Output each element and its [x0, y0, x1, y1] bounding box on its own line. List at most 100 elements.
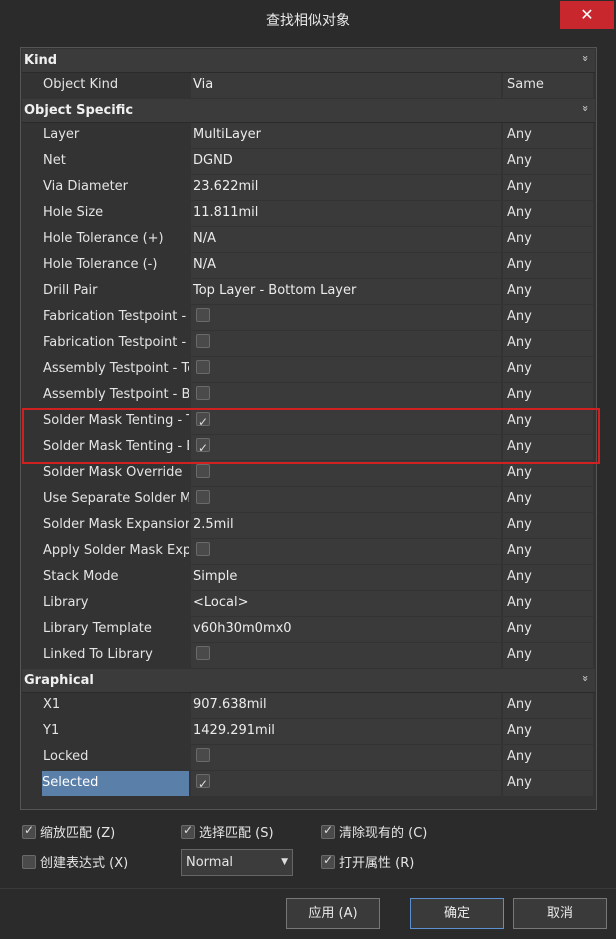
property-value[interactable]	[191, 745, 501, 770]
property-compare[interactable]: Any	[503, 279, 593, 304]
open-properties-checkbox[interactable]	[321, 853, 335, 869]
property-checkbox[interactable]	[196, 464, 210, 478]
property-checkbox[interactable]	[196, 360, 210, 374]
property-compare[interactable]: Any	[503, 617, 593, 642]
property-value[interactable]: DGND	[191, 149, 501, 174]
property-row: Apply Solder Mask Expa Any	[22, 539, 595, 565]
property-checkbox[interactable]	[196, 386, 210, 400]
property-checkbox[interactable]	[196, 410, 210, 434]
property-compare[interactable]: Any	[503, 409, 593, 434]
property-value[interactable]	[191, 409, 501, 434]
create-expression-checkbox[interactable]	[22, 855, 36, 869]
property-value[interactable]: 2.5mil	[191, 513, 501, 538]
clear-existing-checkbox[interactable]	[321, 823, 335, 839]
property-checkbox[interactable]	[196, 490, 210, 504]
property-compare[interactable]: Any	[503, 331, 593, 356]
collapse-icon[interactable]: »	[579, 55, 592, 62]
category-graphical[interactable]: Graphical »	[22, 669, 595, 693]
property-compare[interactable]: Any	[503, 513, 593, 538]
property-value[interactable]	[191, 305, 501, 330]
create-expression-label: 创建表达式 (X)	[40, 856, 129, 871]
property-compare[interactable]: Any	[503, 149, 593, 174]
property-value[interactable]: Simple	[191, 565, 501, 590]
open-properties-label: 打开属性 (R)	[339, 856, 415, 871]
cancel-button[interactable]: 取消	[513, 898, 607, 929]
property-value[interactable]	[191, 435, 501, 460]
property-compare[interactable]: Any	[503, 693, 593, 718]
property-value[interactable]	[191, 383, 501, 408]
property-compare[interactable]: Any	[503, 383, 593, 408]
zoom-match-option[interactable]: 缩放匹配 (Z)	[22, 822, 115, 841]
property-compare[interactable]: Any	[503, 305, 593, 330]
apply-button[interactable]: 应用 (A)	[286, 898, 380, 929]
property-compare[interactable]: Any	[503, 643, 593, 668]
property-name: Apply Solder Mask Expa	[43, 543, 189, 558]
property-row: Y1 1429.291mil Any	[22, 719, 595, 745]
property-name: Hole Size	[43, 205, 104, 220]
category-object-specific[interactable]: Object Specific »	[22, 99, 595, 123]
property-value[interactable]: <Local>	[191, 591, 501, 616]
property-compare[interactable]: Any	[503, 175, 593, 200]
property-value[interactable]	[191, 357, 501, 382]
property-value[interactable]: Via	[191, 73, 501, 98]
clear-existing-option[interactable]: 清除现有的 (C)	[321, 822, 427, 841]
property-compare[interactable]: Any	[503, 771, 593, 796]
property-value[interactable]: 907.638mil	[191, 693, 501, 718]
property-value[interactable]	[191, 539, 501, 564]
property-value[interactable]	[191, 331, 501, 356]
property-compare[interactable]: Any	[503, 435, 593, 460]
property-value[interactable]: 23.622mil	[191, 175, 501, 200]
open-properties-option[interactable]: 打开属性 (R)	[321, 852, 414, 871]
property-value[interactable]	[191, 771, 501, 796]
property-compare[interactable]: Any	[503, 357, 593, 382]
close-button[interactable]: ✕	[560, 1, 614, 29]
property-name: Via Diameter	[43, 179, 129, 194]
property-name: Hole Tolerance (+)	[43, 231, 164, 246]
property-value[interactable]	[191, 487, 501, 512]
property-checkbox[interactable]	[196, 542, 210, 556]
property-checkbox[interactable]	[196, 436, 210, 460]
property-checkbox[interactable]	[196, 308, 210, 322]
collapse-icon[interactable]: »	[579, 675, 592, 682]
property-value[interactable]: MultiLayer	[191, 123, 501, 148]
property-value[interactable]	[191, 643, 501, 668]
property-checkbox[interactable]	[196, 646, 210, 660]
property-compare[interactable]: Any	[503, 719, 593, 744]
collapse-icon[interactable]: »	[579, 105, 592, 112]
property-compare[interactable]: Any	[503, 591, 593, 616]
property-name: Solder Mask Override	[43, 465, 183, 480]
property-value[interactable]: Top Layer - Bottom Layer	[191, 279, 501, 304]
property-compare[interactable]: Any	[503, 539, 593, 564]
property-checkbox[interactable]	[196, 748, 210, 762]
property-value[interactable]: N/A	[191, 227, 501, 252]
property-compare[interactable]: Any	[503, 565, 593, 590]
property-compare[interactable]: Any	[503, 253, 593, 278]
mode-dropdown[interactable]: Normal ▼	[181, 849, 293, 876]
property-compare[interactable]: Any	[503, 461, 593, 486]
category-kind[interactable]: Kind »	[22, 49, 595, 73]
property-grid: Kind » Object Kind Via Same Object Specific » L…	[20, 47, 597, 810]
property-compare[interactable]: Same	[503, 73, 593, 98]
property-row: Selected Any	[22, 771, 595, 797]
property-compare[interactable]: Any	[503, 123, 593, 148]
property-compare[interactable]: Any	[503, 487, 593, 512]
title-bar: 查找相似对象 ✕	[0, 0, 616, 38]
property-value[interactable]: v60h30m0mx0	[191, 617, 501, 642]
property-value[interactable]: 1429.291mil	[191, 719, 501, 744]
property-name: X1	[43, 697, 61, 712]
create-expression-option[interactable]: 创建表达式 (X)	[22, 852, 128, 871]
ok-button[interactable]: 确定	[410, 898, 504, 929]
property-name: Solder Mask Expansion	[43, 517, 189, 532]
property-compare[interactable]: Any	[503, 201, 593, 226]
select-match-checkbox[interactable]	[181, 823, 195, 839]
property-value[interactable]: 11.811mil	[191, 201, 501, 226]
property-checkbox[interactable]	[196, 772, 210, 796]
property-compare[interactable]: Any	[503, 745, 593, 770]
property-checkbox[interactable]	[196, 334, 210, 348]
property-value[interactable]	[191, 461, 501, 486]
zoom-match-checkbox[interactable]	[22, 823, 36, 839]
footer-divider	[0, 888, 616, 889]
property-value[interactable]: N/A	[191, 253, 501, 278]
select-match-option[interactable]: 选择匹配 (S)	[181, 822, 274, 841]
property-compare[interactable]: Any	[503, 227, 593, 252]
